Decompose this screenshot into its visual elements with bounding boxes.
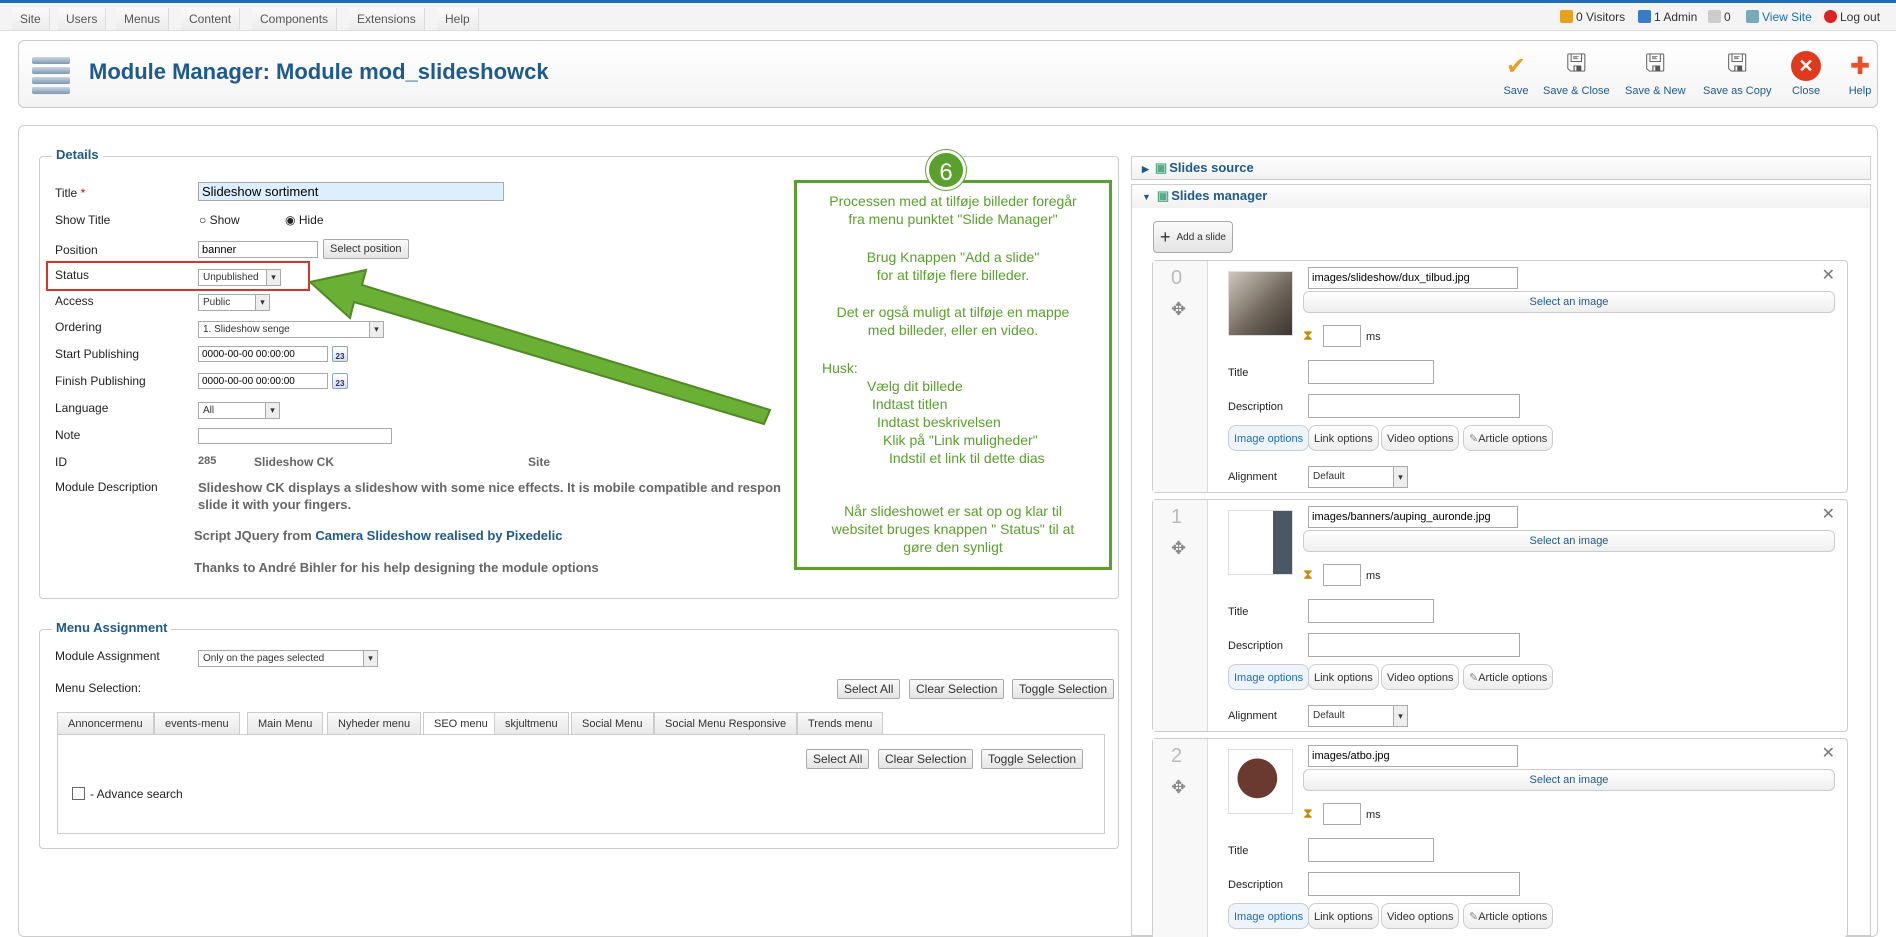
callout-line: Vælg dit billede [867,378,963,394]
callout-line: Brug Knappen "Add a slide" [866,249,1040,265]
instruction-callout: Processen med at tilføje billeder foregå… [794,180,1112,570]
callout-line: gøre den synligt [903,539,1003,555]
callout-line: Indtast titlen [872,396,948,412]
callout-line: for at tilføje flere billeder. [876,267,1030,283]
callout-line: websitet bruges knappen " Status" til at [831,521,1075,537]
callout-line: Indstil et link til dette dias [889,450,1045,466]
callout-line: Det er også muligt at tilføje en mappe [836,304,1070,320]
callout-line: fra menu punktet "Slide Manager" [848,211,1058,227]
callout-line: Processen med at tilføje billeder foregå… [829,193,1077,209]
callout-line: Husk: [822,360,858,376]
callout-line: Klik på "Link muligheder" [883,432,1038,448]
callout-line: Indtast beskrivelsen [877,414,1001,430]
callout-line: med billeder, eller en video. [867,322,1039,338]
callout-line: Når slideshowet er sat op og klar til [844,503,1062,519]
step-badge: 6 [926,150,966,190]
